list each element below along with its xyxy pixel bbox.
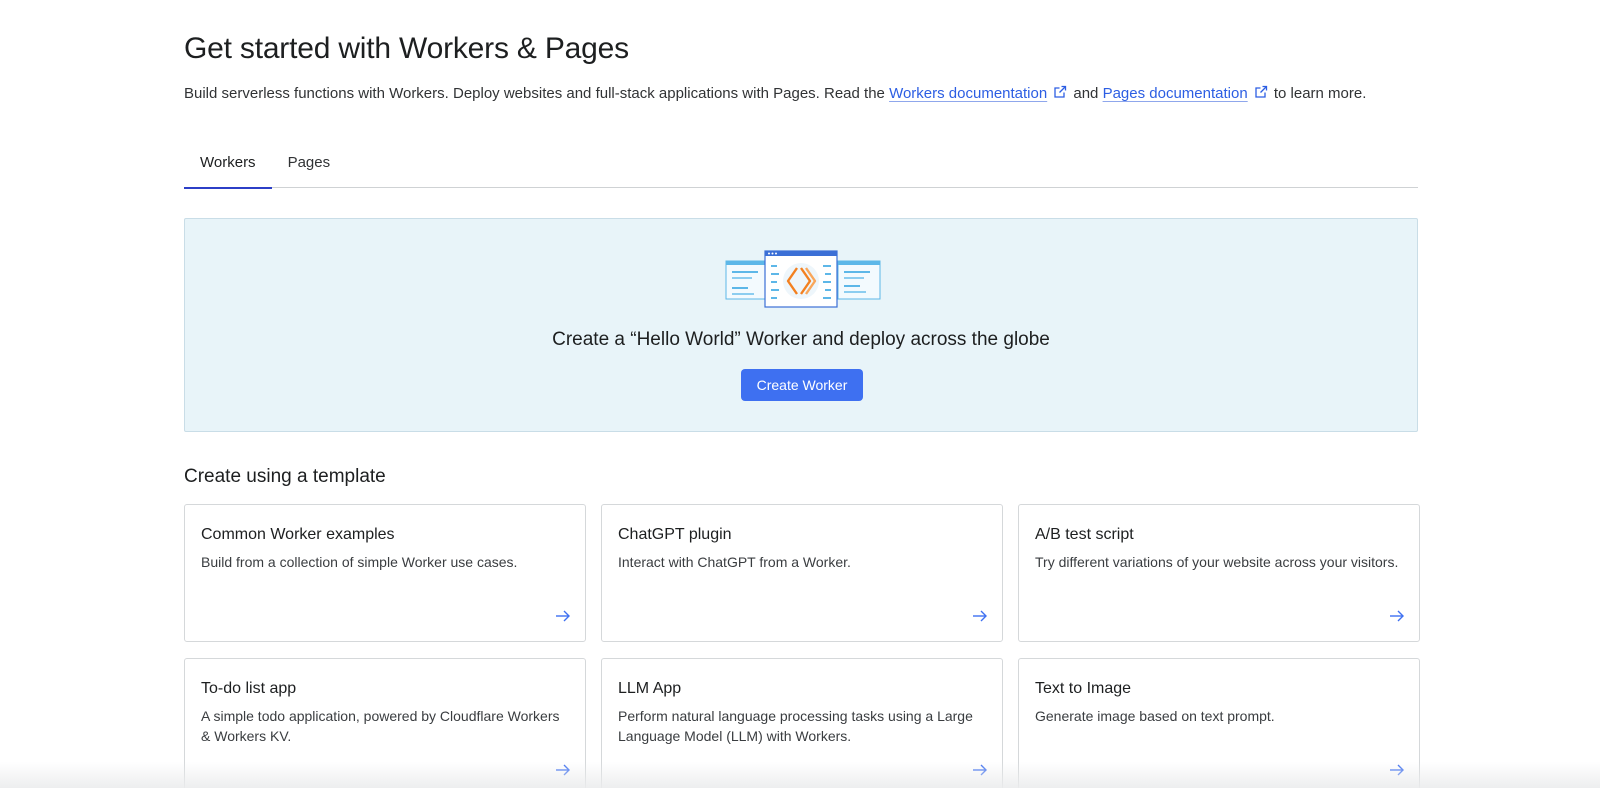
card-title: Common Worker examples: [201, 526, 395, 543]
hero-heading: Create a “Hello World” Worker and deploy…: [552, 329, 1050, 350]
intro-middle: and: [1069, 85, 1103, 102]
arrow-right-icon: [1390, 610, 1404, 622]
card-title: Text to Image: [1035, 680, 1132, 697]
templates-heading: Create using a template: [184, 466, 386, 487]
template-grid: Common Worker examples Build from a coll…: [184, 504, 1420, 788]
page-title: Get started with Workers & Pages: [184, 32, 629, 65]
template-card-common-worker-examples[interactable]: Common Worker examples Build from a coll…: [184, 504, 586, 642]
card-title: LLM App: [618, 680, 682, 697]
tab-pages[interactable]: Pages: [272, 146, 347, 188]
template-card-todo-list-app[interactable]: To-do list app A simple todo application…: [184, 658, 586, 788]
arrow-right-icon: [556, 610, 570, 622]
arrow-right-icon: [556, 764, 570, 776]
intro-suffix: to learn more.: [1269, 85, 1367, 102]
intro-prefix: Build serverless functions with Workers.…: [184, 85, 890, 102]
template-card-llm-app[interactable]: LLM App Perform natural language process…: [601, 658, 1003, 788]
template-card-ab-test-script[interactable]: A/B test script Try different variations…: [1018, 504, 1420, 642]
pages-documentation-link[interactable]: Pages documentation: [1103, 85, 1248, 102]
tab-bar: Workers Pages: [184, 146, 1418, 189]
card-description: Perform natural language processing task…: [618, 708, 973, 744]
page: Get started with Workers & Pages Build s…: [0, 0, 1600, 788]
card-description: Build from a collection of simple Worker…: [201, 554, 518, 570]
tab-workers[interactable]: Workers: [184, 146, 272, 189]
card-description: Generate image based on text prompt.: [1035, 708, 1275, 724]
create-worker-panel: Create a “Hello World” Worker and deploy…: [184, 218, 1418, 432]
card-title: ChatGPT plugin: [618, 526, 732, 543]
workers-documentation-link[interactable]: Workers documentation: [889, 85, 1047, 102]
card-title: To-do list app: [201, 680, 297, 697]
arrow-right-icon: [973, 610, 987, 622]
worker-illustration-icon: [725, 250, 881, 308]
card-description: Interact with ChatGPT from a Worker.: [618, 554, 851, 570]
intro-text: Build serverless functions with Workers.…: [184, 84, 1418, 104]
card-title: A/B test script: [1035, 526, 1134, 543]
arrow-right-icon: [973, 764, 987, 776]
template-card-chatgpt-plugin[interactable]: ChatGPT plugin Interact with ChatGPT fro…: [601, 504, 1003, 642]
external-link-icon[interactable]: [1053, 85, 1067, 99]
card-description: Try different variations of your website…: [1035, 554, 1399, 570]
arrow-right-icon: [1390, 764, 1404, 776]
template-card-text-to-image[interactable]: Text to Image Generate image based on te…: [1018, 658, 1420, 788]
create-worker-button[interactable]: Create Worker: [741, 369, 863, 401]
card-description: A simple todo application, powered by Cl…: [201, 708, 560, 744]
external-link-icon[interactable]: [1254, 85, 1268, 99]
